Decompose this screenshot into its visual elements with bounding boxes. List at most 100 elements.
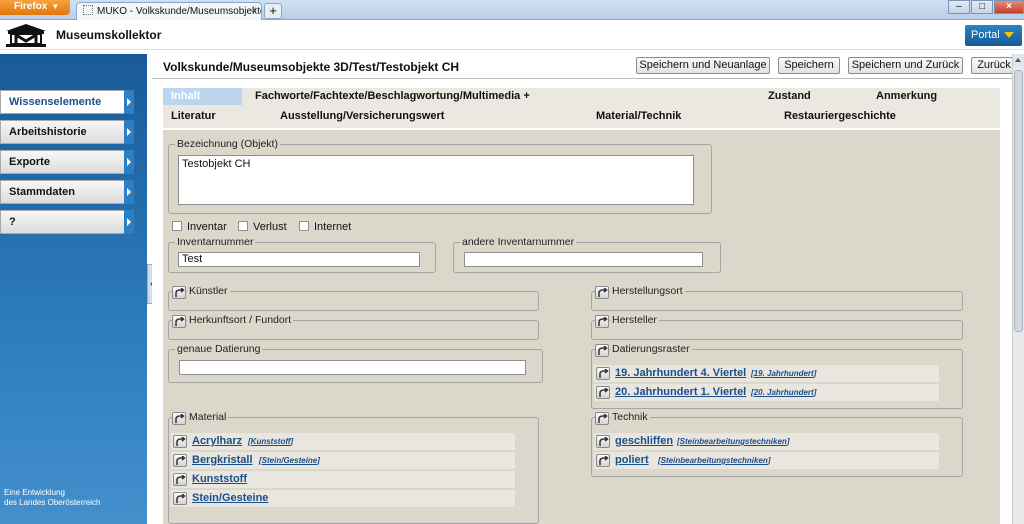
sidebar-item-help[interactable]: ? bbox=[0, 210, 134, 234]
item-category[interactable]: Steinbearbeitungstechniken bbox=[658, 456, 770, 465]
herkunftsort-label: Herkunftsort / Fundort bbox=[189, 314, 292, 326]
edit-link-icon[interactable] bbox=[596, 367, 610, 380]
list-item: poliert Steinbearbeitungstechniken bbox=[594, 452, 939, 469]
item-link[interactable]: 20. Jahrhundert 1. Viertel bbox=[615, 386, 746, 398]
technik-label: Technik bbox=[612, 411, 648, 423]
list-item: Acrylharz Kunststoff bbox=[171, 433, 515, 450]
checkbox-box bbox=[172, 221, 182, 231]
tab-row: Inhalt Fachworte/Fachtexte/Beschlagwortu… bbox=[163, 88, 1000, 105]
content-panel: Bezeichnung (Objekt) Testobjekt CH Inven… bbox=[163, 130, 1000, 524]
item-category[interactable]: 20. Jahrhundert bbox=[751, 388, 816, 397]
sidebar-item-wissenselemente[interactable]: Wissenselemente bbox=[0, 90, 134, 114]
window-maximize-icon[interactable]: □ bbox=[971, 0, 993, 14]
save-new-button[interactable]: Speichern und Neuanlage bbox=[636, 57, 770, 74]
footer-line: des Landes Oberösterreich bbox=[4, 498, 101, 507]
item-category[interactable]: 19. Jahrhundert bbox=[751, 369, 816, 378]
portal-button[interactable]: Portal bbox=[965, 25, 1022, 46]
link-arrow-icon[interactable] bbox=[172, 286, 186, 299]
browser-chrome: Firefox ▼ MUKO - Volkskunde/Museumsobjekt… bbox=[0, 0, 1024, 20]
browser-tab[interactable]: MUKO - Volkskunde/Museumsobjekte 3... × bbox=[76, 2, 262, 20]
list-item: 20. Jahrhundert 1. Viertel 20. Jahrhunde… bbox=[594, 384, 939, 401]
back-button[interactable]: Zurück bbox=[971, 57, 1017, 74]
firefox-menu-label: Firefox bbox=[14, 1, 48, 12]
link-arrow-icon[interactable] bbox=[595, 315, 609, 328]
checkbox-box bbox=[299, 221, 309, 231]
tab-fachworte[interactable]: Fachworte/Fachtexte/Beschlagwortung/Mult… bbox=[247, 88, 530, 105]
chevron-right-icon bbox=[124, 150, 134, 174]
chevron-right-icon bbox=[124, 90, 134, 114]
item-category[interactable]: Kunststoff bbox=[248, 437, 293, 446]
item-link[interactable]: Stein/Gesteine bbox=[192, 492, 268, 504]
bezeichnung-label: Bezeichnung (Objekt) bbox=[177, 138, 278, 150]
tab-close-icon[interactable]: × bbox=[251, 5, 257, 16]
window-close-icon[interactable]: × bbox=[994, 0, 1024, 14]
tab-anmerkung[interactable]: Anmerkung bbox=[868, 88, 937, 105]
genaue-datierung-label: genaue Datierung bbox=[177, 343, 261, 355]
link-arrow-icon[interactable] bbox=[595, 412, 609, 425]
chevron-right-icon bbox=[124, 120, 134, 144]
chevron-right-icon bbox=[124, 180, 134, 204]
page-scrollbar[interactable] bbox=[1012, 54, 1024, 524]
firefox-menu-button[interactable]: Firefox ▼ bbox=[0, 0, 70, 15]
edit-link-icon[interactable] bbox=[596, 454, 610, 467]
tab-ausstellung[interactable]: Ausstellung/Versicherungswert bbox=[272, 108, 444, 125]
item-category[interactable]: Stein/Gesteine bbox=[259, 456, 320, 465]
scroll-up-icon[interactable] bbox=[1013, 54, 1024, 66]
genaue-datierung-input[interactable] bbox=[179, 360, 526, 375]
list-item: Stein/Gesteine bbox=[171, 490, 515, 507]
edit-link-icon[interactable] bbox=[173, 435, 187, 448]
item-link[interactable]: 19. Jahrhundert 4. Viertel bbox=[615, 367, 746, 379]
app-header: Museumskollektor Portal bbox=[0, 20, 1024, 50]
herstellungsort-label: Herstellungsort bbox=[612, 285, 683, 297]
item-link[interactable]: Acrylharz bbox=[192, 435, 242, 447]
edit-link-icon[interactable] bbox=[173, 492, 187, 505]
tab-restauriergeschichte[interactable]: Restauriergeschichte bbox=[776, 108, 896, 125]
edit-link-icon[interactable] bbox=[596, 386, 610, 399]
hersteller-group: Hersteller bbox=[591, 314, 963, 340]
tab-title: MUKO - Volkskunde/Museumsobjekte 3... bbox=[97, 6, 262, 17]
sidebar-item-arbeitshistorie[interactable]: Arbeitshistorie bbox=[0, 120, 134, 144]
tab-material-technik[interactable]: Material/Technik bbox=[588, 108, 681, 125]
sidebar-item-label: Wissenselemente bbox=[9, 96, 102, 108]
item-category[interactable]: Steinbearbeitungstechniken bbox=[677, 437, 789, 446]
tab-literatur[interactable]: Literatur bbox=[163, 108, 216, 125]
tab-zustand[interactable]: Zustand bbox=[760, 88, 811, 105]
main-area: Volkskunde/Museumsobjekte 3D/Test/Testob… bbox=[152, 54, 1017, 524]
save-button[interactable]: Speichern bbox=[778, 57, 840, 74]
edit-link-icon[interactable] bbox=[173, 473, 187, 486]
link-arrow-icon[interactable] bbox=[595, 344, 609, 357]
sidebar-footer: Eine Entwicklung des Landes Oberösterrei… bbox=[4, 488, 101, 508]
sidebar-item-label: ? bbox=[9, 216, 16, 228]
bezeichnung-textarea[interactable]: Testobjekt CH bbox=[178, 155, 694, 205]
new-tab-button[interactable]: + bbox=[264, 3, 282, 19]
item-link[interactable]: poliert bbox=[615, 454, 649, 466]
link-arrow-icon[interactable] bbox=[172, 315, 186, 328]
tab-inhalt[interactable]: Inhalt bbox=[163, 88, 242, 105]
inventarnummer-input[interactable]: Test bbox=[178, 252, 420, 267]
andere-inventarnummer-input[interactable] bbox=[464, 252, 703, 267]
inventar-checkbox[interactable]: Inventar bbox=[172, 221, 227, 233]
link-arrow-icon[interactable] bbox=[172, 412, 186, 425]
edit-link-icon[interactable] bbox=[173, 454, 187, 467]
item-link[interactable]: Kunststoff bbox=[192, 473, 247, 485]
internet-checkbox[interactable]: Internet bbox=[299, 221, 351, 233]
item-link[interactable]: Bergkristall bbox=[192, 454, 253, 466]
portal-dropdown-icon bbox=[1003, 32, 1014, 38]
link-arrow-icon[interactable] bbox=[595, 286, 609, 299]
checkbox-label: Internet bbox=[314, 221, 352, 233]
app-title: Museumskollektor bbox=[56, 28, 162, 42]
checkbox-box bbox=[238, 221, 248, 231]
header-divider bbox=[152, 78, 1012, 79]
sidebar-item-label: Arbeitshistorie bbox=[9, 126, 87, 138]
window-minimize-icon[interactable]: – bbox=[948, 0, 970, 14]
sidebar-item-label: Exporte bbox=[9, 156, 50, 168]
verlust-checkbox[interactable]: Verlust bbox=[238, 221, 287, 233]
scroll-thumb[interactable] bbox=[1014, 70, 1023, 332]
item-link[interactable]: geschliffen bbox=[615, 435, 673, 447]
breadcrumb: Volkskunde/Museumsobjekte 3D/Test/Testob… bbox=[163, 60, 460, 74]
edit-link-icon[interactable] bbox=[596, 435, 610, 448]
inventarnummer-label: Inventarnummer bbox=[177, 236, 254, 248]
sidebar-item-exporte[interactable]: Exporte bbox=[0, 150, 134, 174]
sidebar-item-stammdaten[interactable]: Stammdaten bbox=[0, 180, 134, 204]
save-back-button[interactable]: Speichern und Zurück bbox=[848, 57, 963, 74]
